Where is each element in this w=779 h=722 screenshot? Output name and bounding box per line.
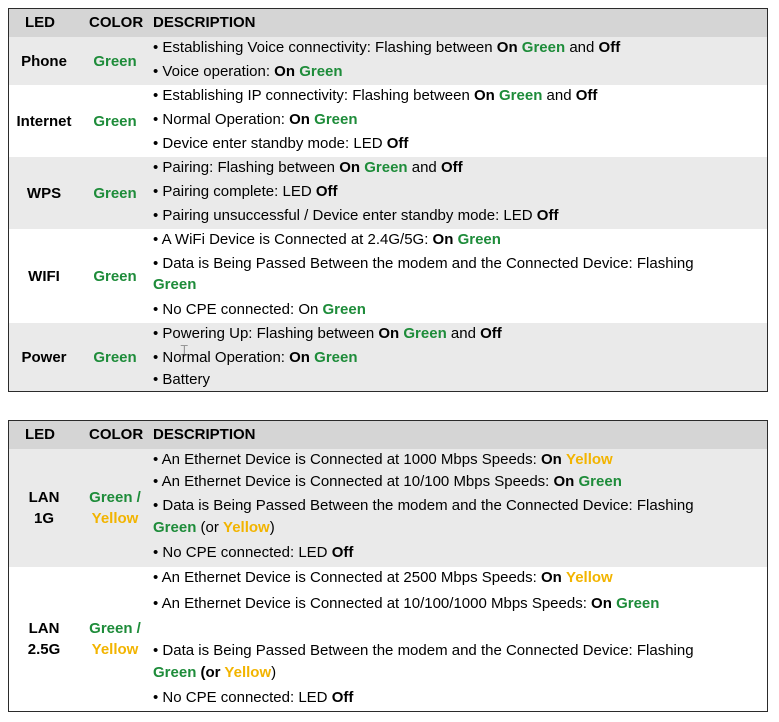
i-beam-cursor-icon: ⌶ bbox=[180, 343, 189, 359]
header-description: DESCRIPTION bbox=[153, 14, 256, 31]
led-color: Green bbox=[93, 52, 137, 70]
led-name: Phone bbox=[21, 52, 67, 70]
description-line: • Normal Operation: On Green bbox=[153, 111, 358, 128]
description-line: • Establishing Voice connectivity: Flash… bbox=[153, 39, 621, 56]
description-line: • An Ethernet Device is Connected at 100… bbox=[153, 451, 613, 468]
led-name: LAN 2.5G bbox=[27, 620, 61, 658]
description-line: • A WiFi Device is Connected at 2.4G/5G:… bbox=[153, 231, 501, 248]
description-line: • An Ethernet Device is Connected at 10/… bbox=[153, 595, 660, 612]
header-led: LED bbox=[25, 426, 55, 443]
description-line: • Voice operation: On Green bbox=[153, 63, 343, 80]
header-color: COLOR bbox=[89, 14, 144, 31]
led-name: Power bbox=[21, 348, 67, 366]
table-row-phone: Phone Green • Establishing Voice connect… bbox=[9, 37, 767, 85]
description-line: • Establishing IP connectivity: Flashing… bbox=[153, 87, 598, 104]
table-row-lan-2-5g: LAN 2.5G Green / Yellow • An Ethernet Devi… bbox=[9, 567, 767, 711]
description-line: • Data is Being Passed Between the modem… bbox=[153, 255, 694, 272]
table-row-internet: Internet Green • Establishing IP connect… bbox=[9, 85, 767, 157]
description-line: Green (or Yellow) bbox=[153, 664, 277, 681]
led-name: WPS bbox=[26, 184, 62, 202]
led-name: LAN 1G bbox=[28, 489, 60, 527]
description-line: • No CPE connected: On Green bbox=[153, 301, 366, 318]
description-line: • Battery bbox=[153, 371, 210, 388]
led-color: Green / Yellow bbox=[89, 620, 141, 658]
description-line: • Data is Being Passed Between the modem… bbox=[153, 642, 694, 659]
header-description: DESCRIPTION bbox=[153, 426, 256, 443]
led-table-2: LED COLOR DESCRIPTION LAN 1G Green / Yello… bbox=[8, 420, 768, 712]
description-line: • An Ethernet Device is Connected at 250… bbox=[153, 569, 613, 586]
table-row-power: Power Green • Powering Up: Flashing betw… bbox=[9, 323, 767, 391]
description-line: Green bbox=[153, 276, 197, 293]
led-color: Green bbox=[93, 184, 137, 202]
description-line: • Device enter standby mode: LED Off bbox=[153, 135, 409, 152]
description-line: • Powering Up: Flashing between On Green… bbox=[153, 325, 502, 342]
led-name: Internet bbox=[16, 112, 72, 130]
led-color: Green bbox=[93, 348, 137, 366]
header-color: COLOR bbox=[89, 426, 144, 443]
table-row-wps: WPS Green • Pairing: Flashing between On… bbox=[9, 157, 767, 229]
table-row-wifi: WIFI Green • A WiFi Device is Connected … bbox=[9, 229, 767, 323]
description-line: • Pairing: Flashing between On Green and… bbox=[153, 159, 463, 176]
description-line: • No CPE connected: LED Off bbox=[153, 544, 354, 561]
description-line: Green (or Yellow) bbox=[153, 519, 275, 536]
header-led: LED bbox=[25, 14, 55, 31]
led-color: Green bbox=[93, 112, 137, 130]
description-line: • An Ethernet Device is Connected at 10/… bbox=[153, 473, 622, 490]
description-line: • No CPE connected: LED Off bbox=[153, 689, 354, 706]
led-color: Green / Yellow bbox=[89, 489, 141, 527]
description-line: • Data is Being Passed Between the modem… bbox=[153, 497, 694, 514]
table-row-lan-1g: LAN 1G Green / Yellow • An Ethernet Device… bbox=[9, 449, 767, 567]
description-line: • Pairing unsuccessful / Device enter st… bbox=[153, 207, 559, 224]
description-line: • Pairing complete: LED Off bbox=[153, 183, 338, 200]
led-color: Green bbox=[93, 267, 137, 285]
table-header: LED COLOR DESCRIPTION bbox=[9, 9, 767, 37]
led-table-1: LED COLOR DESCRIPTION Phone Green • Esta… bbox=[8, 8, 768, 392]
table-header: LED COLOR DESCRIPTION bbox=[9, 421, 767, 449]
led-name: WIFI bbox=[28, 267, 60, 285]
